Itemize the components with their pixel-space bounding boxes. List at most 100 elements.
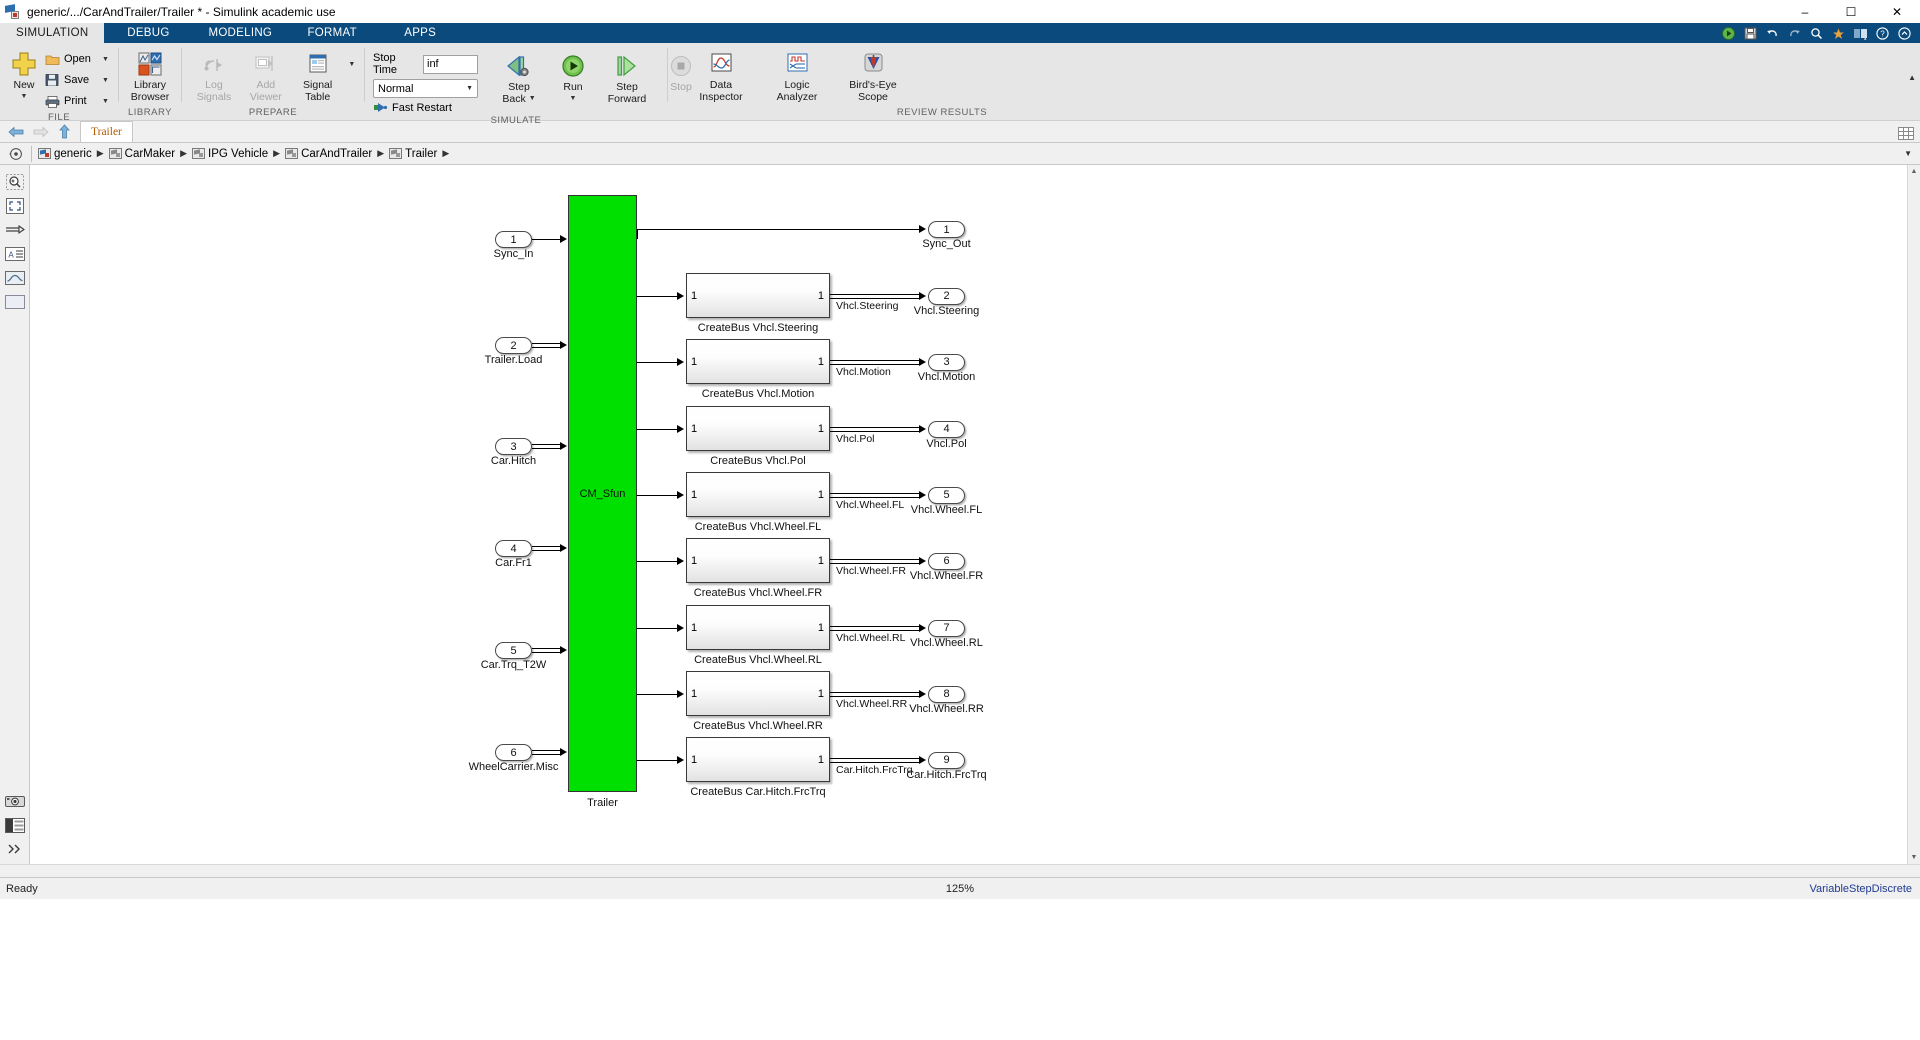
simulation-mode-select[interactable]: Normal ▼ <box>373 79 478 98</box>
createbus-block-8[interactable]: 11 <box>686 737 830 782</box>
floppy-icon <box>44 72 60 88</box>
ribbon-collapse-button[interactable]: ▲ <box>1908 73 1916 82</box>
output-port-5[interactable]: 5 <box>928 486 965 504</box>
blank-block-icon[interactable] <box>4 293 26 311</box>
scroll-down-icon[interactable]: ▼ <box>1908 851 1920 864</box>
close-button[interactable]: ✕ <box>1874 0 1920 23</box>
createbus-block-1[interactable]: 11 <box>686 273 830 318</box>
zoom-tool-icon[interactable] <box>4 173 26 191</box>
breadcrumb-item-generic[interactable]: generic <box>37 148 93 160</box>
breadcrumb-item-carmaker[interactable]: CarMaker <box>108 148 176 160</box>
tab-debug[interactable]: DEBUG <box>104 23 192 43</box>
block-diagram[interactable]: CM_Sfun Trailer 1 Sync_In 2 Trailer.Load 3 Car.… <box>30 165 1907 864</box>
chevron-down-icon[interactable]: ▼ <box>570 93 577 105</box>
createbus-block-3[interactable]: 11 <box>686 406 830 451</box>
chevron-down-icon[interactable]: ▼ <box>21 91 28 103</box>
output-port-3[interactable]: 3 <box>928 353 965 371</box>
createbus-output-pin: 1 <box>817 621 824 634</box>
createbus-bus-wire-top <box>830 492 920 494</box>
run-quick-icon[interactable] <box>1718 24 1738 42</box>
solver-name[interactable]: VariableStepDiscrete <box>1809 883 1912 895</box>
stop-time-input[interactable] <box>423 54 478 74</box>
createbus-input-arrow-5 <box>677 556 684 565</box>
birds-eye-scope-button[interactable]: Bird's-Eye Scope <box>842 47 904 103</box>
home-target-icon[interactable] <box>6 147 26 161</box>
run-button[interactable]: Run ▼ <box>546 49 600 105</box>
breadcrumb-separator: ▶ <box>180 148 188 158</box>
log-signals-line1: Log <box>205 79 223 91</box>
input-port-1[interactable]: 1 <box>495 231 532 248</box>
library-browser-button[interactable]: Library Browser <box>125 47 175 103</box>
breadcrumb-item-trailer[interactable]: Trailer <box>388 148 438 160</box>
print-button[interactable]: Print ▼ <box>44 91 109 111</box>
zoom-level[interactable]: 125% <box>946 883 974 895</box>
breadcrumb-expand-icon[interactable]: ▼ <box>1904 149 1912 158</box>
input-port-4[interactable]: 4 <box>495 540 532 557</box>
input-port-3[interactable]: 3 <box>495 438 532 455</box>
tab-simulation[interactable]: SIMULATION <box>0 23 105 43</box>
step-forward-button[interactable]: Step Forward <box>600 49 654 105</box>
output-port-sync-out[interactable]: 1 <box>928 221 965 238</box>
log-signals-button: Log Signals <box>190 47 238 103</box>
vertical-scrollbar[interactable]: ▲ ▼ <box>1907 165 1920 864</box>
output-port-4[interactable]: 4 <box>928 420 965 438</box>
breadcrumb-item-ipg-vehicle[interactable]: IPG Vehicle <box>191 148 269 160</box>
output-port-8[interactable]: 8 <box>928 685 965 703</box>
tab-format[interactable]: FORMAT <box>288 23 376 43</box>
createbus-block-4[interactable]: 11 <box>686 472 830 517</box>
signal-table-button[interactable]: Signal Table <box>294 47 342 103</box>
data-inspector-button[interactable]: Data Inspector <box>690 47 752 103</box>
expand-icon[interactable] <box>1894 24 1914 42</box>
output-port-2[interactable]: 2 <box>928 287 965 305</box>
camera-icon[interactable] <box>4 792 26 810</box>
logic-analyzer-button[interactable]: Logic Analyzer <box>766 47 828 103</box>
output-port-6[interactable]: 6 <box>928 552 965 570</box>
step-back-button[interactable]: Step Back ▼ <box>492 49 546 105</box>
help-icon[interactable]: ? <box>1872 24 1892 42</box>
horizontal-scrollbar[interactable] <box>0 864 1920 877</box>
save-quick-icon[interactable] <box>1740 24 1760 42</box>
save-button[interactable]: Save ▼ <box>44 70 109 90</box>
pin-icon[interactable] <box>1828 24 1848 42</box>
open-button[interactable]: Open ▼ <box>44 49 109 69</box>
chevron-down-icon[interactable]: ▼ <box>102 77 109 84</box>
scope-preview-icon[interactable] <box>4 269 26 287</box>
tab-modeling[interactable]: MODELING <box>192 23 288 43</box>
fast-restart-toggle[interactable]: Fast Restart <box>373 101 478 114</box>
cm-sfun-block[interactable]: CM_Sfun <box>568 195 637 792</box>
createbus-block-5[interactable]: 11 <box>686 538 830 583</box>
createbus-block-7[interactable]: 11 <box>686 671 830 716</box>
expand-more-icon[interactable] <box>4 840 26 858</box>
scroll-up-icon[interactable]: ▲ <box>1908 165 1920 178</box>
tab-apps[interactable]: APPS <box>376 23 464 43</box>
input-port-6[interactable]: 6 <box>495 744 532 761</box>
layout-icon[interactable] <box>1850 24 1870 42</box>
chevron-down-icon[interactable]: ▼ <box>529 93 536 105</box>
createbus-input-pin: 1 <box>691 621 698 634</box>
output-port-label-6: Vhcl.Wheel.FR <box>909 569 984 582</box>
annotation-icon[interactable]: A <box>4 245 26 263</box>
layout-panel-icon[interactable] <box>4 816 26 834</box>
fit-to-view-icon[interactable] <box>4 197 26 215</box>
createbus-block-6[interactable]: 11 <box>686 605 830 650</box>
createbus-block-2[interactable]: 11 <box>686 339 830 384</box>
model-canvas[interactable]: CM_Sfun Trailer 1 Sync_In 2 Trailer.Load 3 Car.… <box>30 165 1907 864</box>
input-port-5[interactable]: 5 <box>495 642 532 659</box>
minimize-button[interactable]: – <box>1782 0 1828 23</box>
signal-route-icon[interactable] <box>4 221 26 239</box>
model-grid-icon[interactable] <box>1898 127 1914 140</box>
redo-icon[interactable] <box>1784 24 1804 42</box>
chevron-down-icon[interactable]: ▼ <box>102 56 109 63</box>
input-port-2[interactable]: 2 <box>495 337 532 354</box>
undo-icon[interactable] <box>1762 24 1782 42</box>
new-button[interactable]: New ▼ <box>4 47 44 103</box>
maximize-button[interactable]: ☐ <box>1828 0 1874 23</box>
breadcrumb-item-carandtrailer[interactable]: CarAndTrailer <box>284 148 373 160</box>
prepare-more-button[interactable]: ▼ <box>346 47 358 81</box>
output-port-7[interactable]: 7 <box>928 619 965 637</box>
search-icon[interactable] <box>1806 24 1826 42</box>
chevron-down-icon[interactable]: ▼ <box>102 98 109 105</box>
breadcrumb-label-carandtrailer: CarAndTrailer <box>301 147 373 160</box>
output-port-9[interactable]: 9 <box>928 751 965 769</box>
library-browser-icon <box>137 49 163 79</box>
